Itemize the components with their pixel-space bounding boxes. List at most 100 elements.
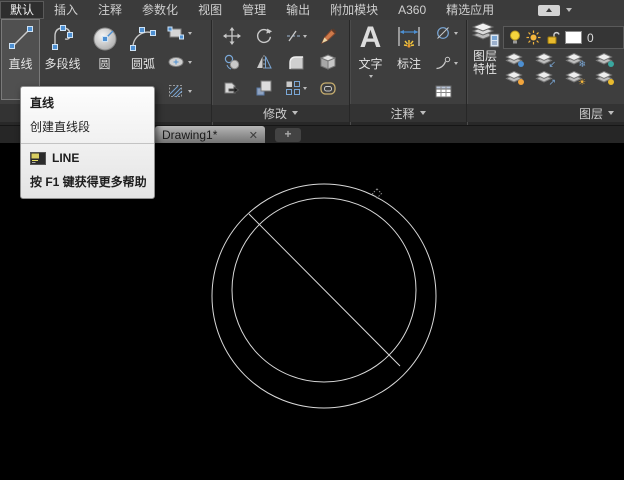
panel-modify: 修改: [212, 20, 349, 122]
tooltip-f1-hint: 按 F1 键获得更多帮助: [30, 175, 147, 189]
scale-button[interactable]: [255, 79, 273, 97]
layer-pin-button[interactable]: [505, 52, 524, 67]
dimension-icon: [398, 27, 420, 48]
arc-button-label: 圆弧: [130, 57, 155, 71]
layer-thaw-button[interactable]: ☀: [565, 70, 586, 87]
erase-icon: [320, 28, 337, 45]
panel-annotate-label[interactable]: 注释: [350, 104, 466, 122]
rectangle-flyout-icon[interactable]: [188, 32, 192, 37]
explode-button[interactable]: [319, 53, 337, 71]
ribbon-tab-manage[interactable]: 管理: [232, 1, 276, 19]
line-button-label: 直线: [8, 57, 33, 71]
arc-icon: [130, 27, 156, 51]
scale-icon: [256, 80, 272, 96]
layer-match-button[interactable]: ↗: [535, 70, 556, 87]
table-icon: [435, 85, 452, 98]
ribbon-tab-view[interactable]: 视图: [188, 1, 232, 19]
hatch-button[interactable]: [167, 84, 203, 98]
fillet-button[interactable]: [287, 53, 305, 71]
text-flyout-icon[interactable]: [368, 75, 373, 80]
ribbon-collapse-options-icon[interactable]: [566, 8, 573, 15]
stretch-icon: [224, 82, 240, 94]
trim-button[interactable]: [285, 27, 307, 45]
ribbon-tab-featured[interactable]: 精选应用: [436, 1, 504, 19]
close-tab-icon[interactable]: ✕: [249, 129, 258, 142]
diagonal-line[interactable]: [248, 213, 401, 367]
layer-dropdown[interactable]: 0: [503, 26, 624, 49]
panel-layers-expand-icon[interactable]: [608, 111, 614, 118]
leader-icon: [436, 56, 451, 69]
layer-freeze-button[interactable]: ❄: [565, 52, 586, 69]
text-icon: A: [359, 21, 382, 54]
circle-icon: [93, 27, 116, 51]
array-icon: [286, 81, 300, 95]
leader-flyout-icon[interactable]: [454, 61, 458, 67]
ribbon-tab-insert[interactable]: 插入: [44, 1, 88, 19]
outer-circle[interactable]: [211, 183, 437, 409]
ribbon-tab-bar: 默认 插入 注释 参数化 视图 管理 输出 附加模块 A360 精选应用: [0, 0, 624, 20]
panel-modify-label[interactable]: 修改: [212, 104, 349, 122]
trim-flyout-icon[interactable]: [303, 35, 307, 40]
mirror-icon: [257, 55, 272, 70]
file-tab-label: Drawing1*: [162, 128, 218, 142]
ribbon-tab-a360[interactable]: A360: [388, 1, 436, 19]
panel-modify-expand-icon[interactable]: [292, 111, 298, 118]
array-button[interactable]: [285, 80, 307, 96]
dimension-button-label: 标注: [396, 57, 421, 71]
fillet-icon: [289, 56, 304, 70]
leader-button[interactable]: [435, 56, 466, 70]
center-mark-flyout-icon[interactable]: [454, 32, 458, 37]
layer-unlock-button[interactable]: [595, 70, 614, 85]
offset-button[interactable]: [319, 79, 337, 97]
move-icon: [223, 27, 241, 45]
ellipse-flyout-icon[interactable]: [188, 61, 192, 66]
layer-on-button[interactable]: [505, 70, 524, 85]
panel-layers-label[interactable]: 图层: [467, 104, 624, 122]
move-button[interactable]: [223, 27, 241, 45]
hatch-flyout-icon[interactable]: [188, 90, 192, 95]
center-mark-icon: [437, 27, 449, 39]
table-button[interactable]: [435, 85, 466, 98]
line-command-tooltip: 直线 创建直线段 LINE 按 F1 键获得更多帮助: [20, 86, 155, 199]
ribbon-collapse-icon[interactable]: [538, 4, 561, 16]
ribbon-tab-default[interactable]: 默认: [0, 1, 45, 19]
ribbon-tab-addins[interactable]: 附加模块: [320, 1, 388, 19]
trim-icon: [287, 30, 300, 42]
current-layer-name: 0: [587, 30, 594, 45]
array-flyout-icon[interactable]: [303, 87, 307, 92]
offset-icon: [320, 82, 336, 95]
panel-annotate-expand-icon[interactable]: [419, 111, 426, 118]
explode-icon: [319, 54, 337, 70]
text-button[interactable]: A 文字: [353, 20, 388, 99]
copy-button[interactable]: [223, 53, 241, 71]
bulb-icon: [510, 30, 520, 44]
ribbon-tab-output[interactable]: 输出: [276, 1, 320, 19]
layer-make-current-button[interactable]: ↙: [535, 52, 556, 69]
text-button-label: 文字: [358, 57, 383, 71]
ellipse-button[interactable]: [167, 55, 203, 69]
line-icon: [8, 26, 33, 49]
dimension-button[interactable]: 标注: [388, 20, 430, 99]
layer-properties-label: 图层特性: [472, 49, 497, 76]
stretch-button[interactable]: [223, 79, 241, 97]
rotate-button[interactable]: [255, 27, 273, 45]
layer-properties-button[interactable]: 图层特性: [469, 20, 501, 104]
new-tab-button[interactable]: +: [275, 128, 301, 142]
unlock-icon: [547, 31, 560, 44]
autocad-window: 默认 插入 注释 参数化 视图 管理 输出 附加模块 A360 精选应用 直线 …: [0, 0, 624, 480]
rotate-icon: [257, 28, 273, 44]
center-mark-button[interactable]: [435, 26, 466, 40]
layer-lock-button[interactable]: [595, 52, 614, 67]
ribbon-tab-annotate[interactable]: 注释: [88, 1, 132, 19]
command-window-icon: [30, 151, 46, 165]
layer-color-swatch: [565, 31, 582, 44]
file-tab-drawing1[interactable]: Drawing1* ✕: [155, 126, 265, 144]
hatch-icon: [169, 85, 183, 98]
mirror-button[interactable]: [255, 53, 273, 71]
rectangle-button[interactable]: [167, 26, 203, 40]
layer-properties-icon: [471, 22, 500, 48]
ribbon-tab-parametric[interactable]: 参数化: [132, 1, 188, 19]
copy-icon: [224, 54, 240, 70]
polyline-button-label: 多段线: [44, 57, 81, 71]
erase-button[interactable]: [319, 27, 337, 45]
